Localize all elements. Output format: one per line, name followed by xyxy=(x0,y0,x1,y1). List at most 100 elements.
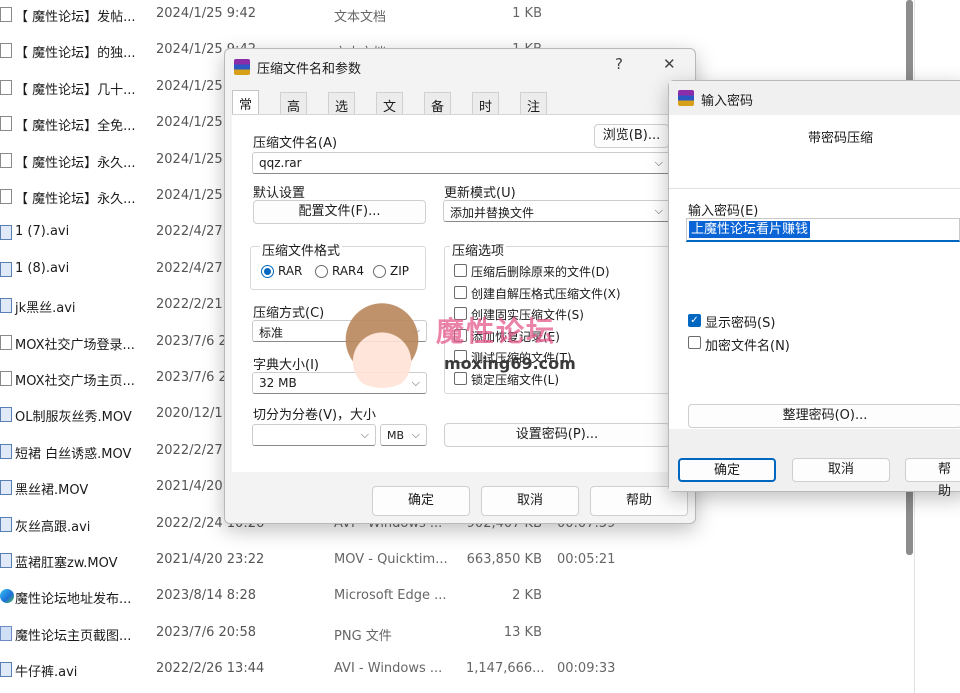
password-help-button[interactable]: 帮助 xyxy=(905,458,960,499)
option-label[interactable]: 创建固实压缩文件(S) xyxy=(471,306,584,323)
set-password-button[interactable]: 设置密码(P)... xyxy=(444,423,670,447)
file-name: MOX社交广场登录... xyxy=(15,337,135,353)
file-name: 【 魔性论坛】发帖... xyxy=(15,10,136,25)
option-label[interactable]: 测试压缩的文件(T) xyxy=(471,349,572,366)
file-name: MOX社交广场主页... xyxy=(15,374,135,389)
password-input[interactable]: 上魔性论坛看片赚钱 xyxy=(686,218,960,242)
file-name: 【 魔性论坛】的独... xyxy=(15,46,136,62)
file-name: 【 魔性论坛】全免... xyxy=(15,119,136,135)
chevron-down-icon[interactable]: ⌵ xyxy=(655,204,663,218)
file-row[interactable]: 牛仔裤.avi 2022/2/26 13:44 AVI - Windows ... 1… xyxy=(0,655,900,691)
text-file-icon xyxy=(0,116,12,132)
file-size: 13 KB xyxy=(503,624,542,640)
show-password-label[interactable]: 显示密码(S) xyxy=(705,312,775,331)
file-size: 1,147,666... xyxy=(466,661,545,677)
video-file-icon xyxy=(0,298,12,314)
tab-backup[interactable]: 备份 xyxy=(424,92,452,134)
password-dialog-titlebar[interactable]: 输入密码 xyxy=(669,81,960,115)
file-date: 2023/7/6 2 xyxy=(156,333,227,349)
split-size-input[interactable]: ⌵ xyxy=(252,424,376,446)
video-file-icon xyxy=(0,662,12,678)
file-name: 蓝裙肛塞zw.MOV xyxy=(15,556,118,571)
format-rar-label[interactable]: RAR xyxy=(278,264,302,278)
file-size: 663,850 KB xyxy=(466,552,542,567)
file-name: 魔性论坛地址发布... xyxy=(15,592,132,608)
tab-comment[interactable]: 注释 xyxy=(520,92,548,134)
show-password-checkbox[interactable]: ✓ xyxy=(688,314,701,327)
file-duration: 00:09:33 xyxy=(557,661,616,677)
update-mode-select[interactable]: 添加并替换文件 ⌵ xyxy=(443,200,670,222)
file-type: 文本文档 xyxy=(334,10,387,25)
tab-files[interactable]: 文件 xyxy=(376,92,404,134)
video-file-icon xyxy=(0,553,12,568)
archive-ok-button[interactable]: 确定 xyxy=(372,486,470,516)
tab-time[interactable]: 时间 xyxy=(472,92,500,134)
dict-label: 字典大小(I) xyxy=(253,358,319,373)
format-rar-radio[interactable] xyxy=(261,265,274,278)
organize-passwords-button[interactable]: 整理密码(O)... xyxy=(688,404,960,428)
encrypt-names-label[interactable]: 加密文件名(N) xyxy=(705,335,790,354)
option-label[interactable]: 压缩后删除原来的文件(D) xyxy=(471,263,610,280)
winrar-icon xyxy=(678,90,694,106)
file-date: 2023/8/14 8:28 xyxy=(156,588,256,604)
file-name: 【 魔性论坛】永久... xyxy=(15,192,136,207)
password-dialog-title: 输入密码 xyxy=(701,94,754,109)
format-rar4-label[interactable]: RAR4 xyxy=(332,264,364,278)
file-name: 灰丝高跟.avi xyxy=(15,519,91,535)
archive-dialog-title: 压缩文件名和参数 xyxy=(257,62,362,77)
file-date: 2022/2/27 xyxy=(156,442,223,458)
format-rar4-radio[interactable] xyxy=(315,265,328,278)
option-label[interactable]: 添加恢复记录(E) xyxy=(471,328,560,345)
close-icon[interactable]: ✕ xyxy=(663,55,676,73)
option-label[interactable]: 创建自解压格式压缩文件(X) xyxy=(471,285,621,302)
password-cancel-button[interactable]: 取消 xyxy=(792,458,890,482)
file-row[interactable]: 魔性论坛主页截图... 2023/7/6 20:58 PNG 文件 13 KB xyxy=(0,619,900,655)
option-checkbox[interactable] xyxy=(454,350,467,363)
default-settings-label: 默认设置 xyxy=(253,186,306,201)
format-label: 压缩文件格式 xyxy=(260,240,343,259)
method-label: 压缩方式(C) xyxy=(253,306,325,321)
option-checkbox[interactable] xyxy=(454,285,467,299)
method-select[interactable]: 标准 ⌵ xyxy=(252,320,427,342)
file-row[interactable]: 魔性论坛地址发布... 2023/8/14 8:28 Microsoft Edge … xyxy=(0,582,900,618)
file-type: MOV - Quicktim... xyxy=(334,552,448,567)
text-file-icon xyxy=(0,189,12,204)
encrypt-names-checkbox[interactable] xyxy=(688,336,701,349)
chevron-down-icon[interactable]: ⌵ xyxy=(361,428,369,442)
file-name: 1 (8).avi xyxy=(15,260,70,276)
password-label: 输入密码(E) xyxy=(688,204,759,219)
file-date: 2020/12/1 xyxy=(156,406,223,422)
help-icon[interactable]: ? xyxy=(615,55,623,73)
file-size: 1 KB xyxy=(512,6,542,21)
file-row[interactable]: 蓝裙肛塞zw.MOV 2021/4/20 23:22 MOV - Quicktim.… xyxy=(0,546,900,582)
chevron-down-icon[interactable]: ⌵ xyxy=(412,428,420,442)
archive-name-input[interactable]: qqz.rar ⌵ xyxy=(252,152,670,174)
split-unit-value: MB xyxy=(387,429,405,442)
dict-select[interactable]: 32 MB ⌵ xyxy=(252,372,427,394)
option-checkbox[interactable] xyxy=(454,371,467,385)
chevron-down-icon[interactable]: ⌵ xyxy=(412,324,420,338)
archive-cancel-button[interactable]: 取消 xyxy=(481,486,579,516)
password-ok-button[interactable]: 确定 xyxy=(678,458,776,482)
option-checkbox[interactable] xyxy=(454,328,467,342)
file-date: 2024/1/25 9:42 xyxy=(156,6,256,21)
archive-dialog-titlebar[interactable]: 压缩文件名和参数 ? ✕ xyxy=(225,49,695,83)
browse-button[interactable]: 浏览(B)... xyxy=(594,124,669,148)
format-zip-radio[interactable] xyxy=(373,265,386,278)
option-checkbox[interactable] xyxy=(454,264,467,277)
archive-name-value: qqz.rar xyxy=(259,156,302,170)
video-file-icon xyxy=(0,443,12,459)
file-name: OL制服灰丝秀.MOV xyxy=(15,410,132,426)
option-checkbox[interactable] xyxy=(454,307,467,320)
format-zip-label[interactable]: ZIP xyxy=(390,264,409,278)
tab-advanced[interactable]: 高级 xyxy=(280,92,308,134)
file-row[interactable]: 【 魔性论坛】发帖... 2024/1/25 9:42 文本文档 1 KB xyxy=(0,0,900,36)
chevron-down-icon[interactable]: ⌵ xyxy=(412,376,420,390)
tab-general[interactable]: 常规 xyxy=(232,90,260,132)
profiles-button[interactable]: 配置文件(F)... xyxy=(253,200,426,224)
split-unit-select[interactable]: MB ⌵ xyxy=(380,424,427,446)
chevron-down-icon[interactable]: ⌵ xyxy=(655,156,663,170)
option-label[interactable]: 锁定压缩文件(L) xyxy=(471,371,559,388)
file-date: 2024/1/25 xyxy=(156,151,223,167)
tab-options[interactable]: 选项 xyxy=(328,92,356,134)
